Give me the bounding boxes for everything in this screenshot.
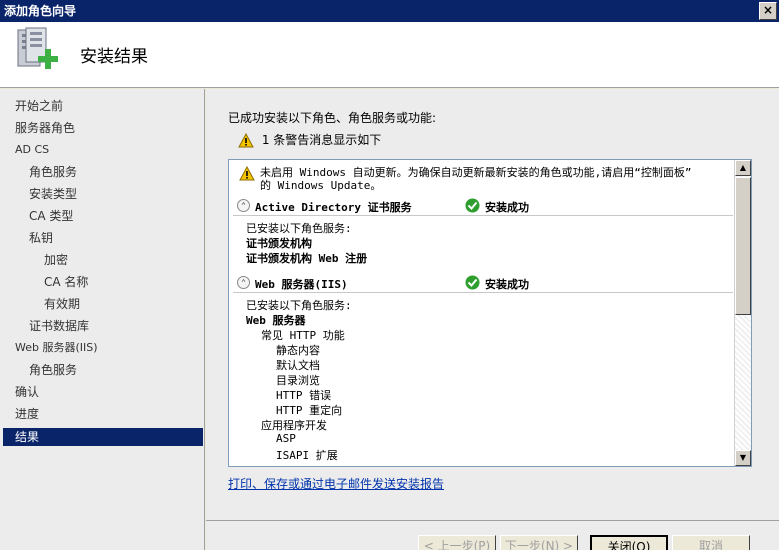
installed-service: 目录浏览 [276,374,320,387]
warning-icon [239,166,255,181]
sidebar-item-iis-role-services[interactable]: 角色服务 [3,361,203,379]
sidebar-item-ca-name[interactable]: CA 名称 [3,273,203,291]
sidebar-item-before-you-begin[interactable]: 开始之前 [3,97,203,115]
window-title: 添加角色向导 [4,4,77,18]
installed-service: 证书颁发机构 [246,237,312,250]
sidebar-item-confirmation[interactable]: 确认 [3,383,203,401]
page-title: 安装结果 [80,47,148,67]
sidebar-item-setup-type[interactable]: 安装类型 [3,185,203,203]
sidebar-item-results[interactable]: 结果 [3,428,203,446]
wizard-header: 安装结果 [0,22,779,88]
installed-services-label: 已安装以下角色服务: [246,222,352,235]
installed-service: 证书颁发机构 Web 注册 [246,252,368,265]
sidebar-item-ad-cs[interactable]: AD CS [3,141,203,159]
server-add-icon [17,27,58,69]
close-window-button[interactable]: × [759,2,777,20]
window-titlebar: 添加角色向导 × [0,0,779,22]
section-status: 安装成功 [485,201,529,214]
section-name: Web 服务器(IIS) [255,278,348,291]
sidebar-item-cryptography[interactable]: 加密 [3,251,203,269]
scroll-down-arrow-icon[interactable]: ▼ [735,450,751,466]
cancel-button[interactable]: 取消 [672,535,750,550]
collapse-chevron-icon[interactable]: ⌃ [237,199,250,212]
warning-icon [238,133,254,148]
next-button[interactable]: 下一步(N) > [500,535,578,550]
sidebar-item-ca-type[interactable]: CA 类型 [3,207,203,225]
results-intro-text: 已成功安装以下角色、角色服务或功能: [228,111,437,125]
scroll-up-arrow-icon[interactable]: ▲ [735,160,751,176]
installed-service: Web 服务器 [246,314,306,327]
wizard-footer: < 上一步(P) 下一步(N) > 关闭(O) 取消 [206,520,779,550]
collapse-chevron-icon[interactable]: ⌃ [237,276,250,289]
warning-summary-text: 1 条警告消息显示如下 [261,133,382,147]
section-header-web-server-iis[interactable]: ⌃ Web 服务器(IIS) 安装成功 [233,273,733,293]
sidebar-item-private-key[interactable]: 私钥 [3,229,203,247]
close-button[interactable]: 关闭(O) [590,535,668,550]
section-header-ad-cs[interactable]: ⌃ Active Directory 证书服务 安装成功 [233,196,733,216]
section-name: Active Directory 证书服务 [255,201,412,214]
installed-service: HTTP 错误 [276,389,332,402]
results-panel[interactable]: 未启用 Windows 自动更新。为确保自动更新最新安装的角色或功能,请启用“控… [228,159,752,467]
installed-service: HTTP 重定向 [276,404,343,417]
main-content: 已成功安装以下角色、角色服务或功能: 1 条警告消息显示如下 未启用 Windo… [206,89,779,520]
warning-summary: 1 条警告消息显示如下 [238,131,381,148]
sidebar-item-certificate-database[interactable]: 证书数据库 [3,317,203,335]
sidebar-item-progress[interactable]: 进度 [3,405,203,423]
wizard-steps-sidebar: 开始之前 服务器角色 AD CS 角色服务 安装类型 CA 类型 私钥 加密 C… [0,89,205,550]
installed-service: 应用程序开发 [261,419,327,432]
print-save-email-report-link[interactable]: 打印、保存或通过电子邮件发送安装报告 [228,475,444,492]
installed-service: 静态内容 [276,344,320,357]
installed-services-label: 已安装以下角色服务: [246,299,352,312]
section-status: 安装成功 [485,278,529,291]
sidebar-item-server-roles[interactable]: 服务器角色 [3,119,203,137]
installed-service: ASP [276,432,296,445]
success-check-icon [465,198,480,213]
sidebar-item-web-server-iis[interactable]: Web 服务器(IIS) [3,339,203,357]
sidebar-item-role-services[interactable]: 角色服务 [3,163,203,181]
installed-service: ISAPI 扩展 [276,449,338,462]
installed-service: 默认文档 [276,359,320,372]
results-content: 未启用 Windows 自动更新。为确保自动更新最新安装的角色或功能,请启用“控… [229,160,735,466]
close-icon: × [762,3,774,17]
results-scrollbar[interactable]: ▲ ▼ [734,160,751,466]
warning-message-line: 的 Windows Update。 [260,179,382,192]
scrollbar-thumb[interactable] [735,177,751,315]
installed-service: 常见 HTTP 功能 [261,329,345,342]
sidebar-item-validity-period[interactable]: 有效期 [3,295,203,313]
success-check-icon [465,275,480,290]
previous-button[interactable]: < 上一步(P) [418,535,496,550]
